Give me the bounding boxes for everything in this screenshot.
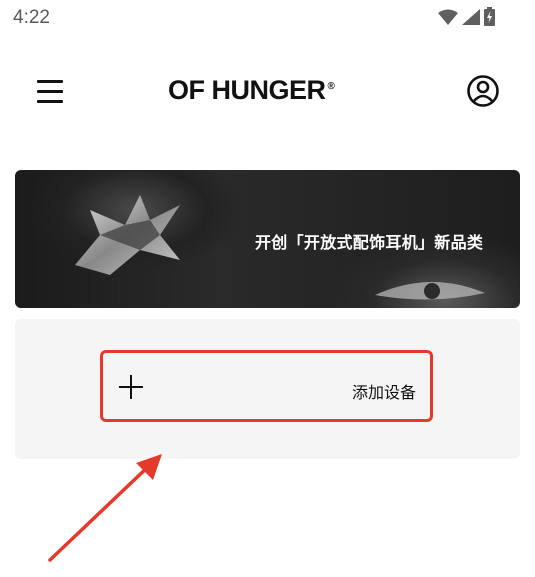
brand-registered-mark: ® [327,81,335,92]
promo-banner[interactable]: 开创「开放式配饰耳机」新品类 [15,170,520,308]
user-account-icon[interactable] [466,74,500,108]
brand-name: OF HUNGER [168,75,326,105]
add-device-label: 添加设备 [351,383,416,402]
hamburger-menu-icon[interactable] [35,78,65,104]
ear-accessory-image [75,195,180,275]
plus-icon [119,375,143,399]
app-header: OF HUNGER ® [0,60,535,120]
status-icons [438,7,495,26]
brand-logo: OF HUNGER ® [168,75,335,106]
add-device-button[interactable]: 添加设备 [100,350,433,422]
status-time: 4:22 [13,7,50,28]
eye-image [375,281,485,300]
banner-text: 开创「开放式配饰耳机」新品类 [255,233,484,252]
status-bar: 4:22 [0,0,535,38]
battery-charging-icon [484,7,495,26]
signal-icon [462,8,480,25]
wifi-icon [438,9,458,25]
annotation-arrow [48,454,162,562]
